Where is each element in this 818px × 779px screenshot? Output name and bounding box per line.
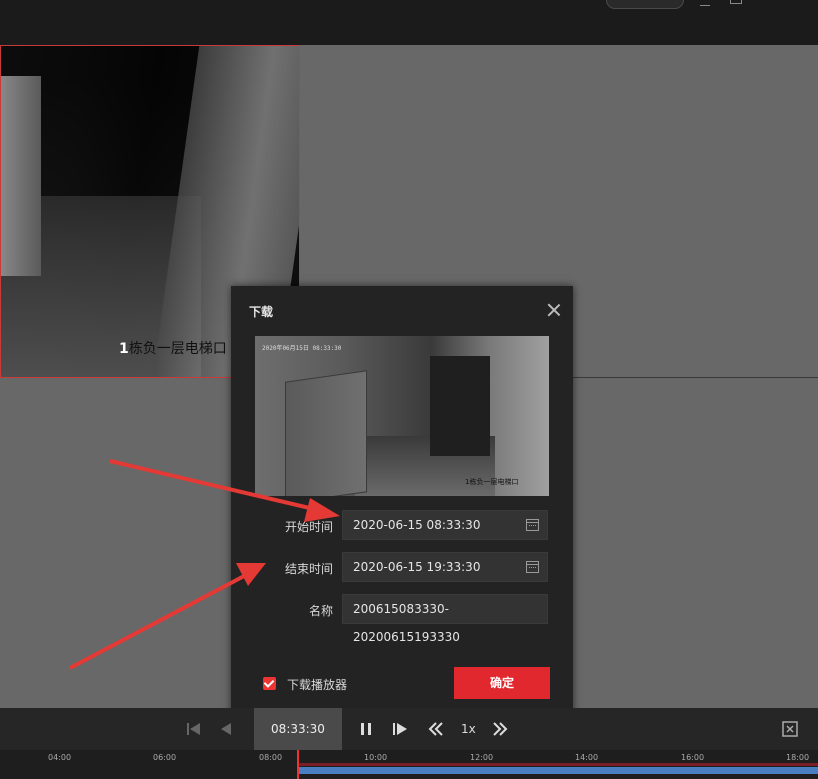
- skip-to-start-icon[interactable]: [184, 718, 204, 740]
- timeline-tick: 08:00: [259, 753, 283, 762]
- timeline-tick: 16:00: [681, 753, 705, 762]
- name-field[interactable]: 200615083330-20200615193330: [342, 594, 548, 644]
- timeline-tick: 04:00: [48, 753, 72, 762]
- name-label: 名称: [308, 604, 333, 618]
- download-player-label: 下载播放器: [287, 678, 348, 692]
- slow-down-icon[interactable]: [426, 718, 446, 740]
- timeline-cursor[interactable]: [297, 750, 299, 779]
- top-bar: [0, 0, 818, 45]
- timeline-tick: 12:00: [470, 753, 494, 762]
- download-player-checkbox[interactable]: [263, 677, 276, 690]
- preview-corridor: [430, 356, 490, 456]
- preview-label: 1栋负一层电梯口: [465, 478, 519, 486]
- prev-frame-icon[interactable]: [216, 718, 236, 740]
- video-preview: 2020年06月15日 08:33:30 1栋负一层电梯口: [255, 336, 549, 496]
- download-dialog: 下载 2020年06月15日 08:33:30 1栋负一层电梯口 开始时间 20…: [231, 286, 573, 718]
- name-value: 200615083330-20200615193330: [353, 602, 460, 644]
- start-time-label: 开始时间: [284, 520, 333, 534]
- calendar-icon[interactable]: [526, 561, 539, 573]
- current-time-display: 08:33:30: [254, 708, 342, 750]
- preview-door: [285, 370, 367, 496]
- timeline-tick: 10:00: [364, 753, 388, 762]
- speed-display[interactable]: 1x: [461, 722, 476, 736]
- window-icon[interactable]: [730, 0, 742, 4]
- close-all-icon[interactable]: [780, 718, 800, 740]
- timeline-tick: 18:00: [786, 753, 810, 762]
- grid-divider: [572, 377, 818, 378]
- menu-icon[interactable]: [700, 0, 710, 6]
- calendar-icon[interactable]: [526, 519, 539, 531]
- pause-icon[interactable]: [356, 718, 376, 740]
- end-time-value: 2020-06-15 19:33:30: [353, 560, 481, 574]
- confirm-button[interactable]: 确定: [454, 667, 550, 699]
- camera-label: 1栋负一层电梯口: [119, 341, 227, 357]
- end-time-field[interactable]: 2020-06-15 19:33:30: [342, 552, 548, 582]
- record-segment[interactable]: [298, 767, 818, 774]
- next-frame-icon[interactable]: [390, 718, 410, 740]
- record-segment-alarm: [298, 763, 818, 766]
- preview-timestamp: 2020年06月15日 08:33:30: [262, 345, 342, 352]
- speed-up-icon[interactable]: [490, 718, 510, 740]
- close-icon[interactable]: [546, 302, 562, 318]
- end-time-label: 结束时间: [284, 562, 333, 576]
- timeline-tick: 14:00: [575, 753, 599, 762]
- top-toggle-button[interactable]: [606, 0, 684, 9]
- timeline-tick: 06:00: [153, 753, 177, 762]
- start-time-field[interactable]: 2020-06-15 08:33:30: [342, 510, 548, 540]
- start-time-value: 2020-06-15 08:33:30: [353, 518, 481, 532]
- dialog-title: 下载: [249, 305, 274, 319]
- camera-door: [1, 76, 41, 276]
